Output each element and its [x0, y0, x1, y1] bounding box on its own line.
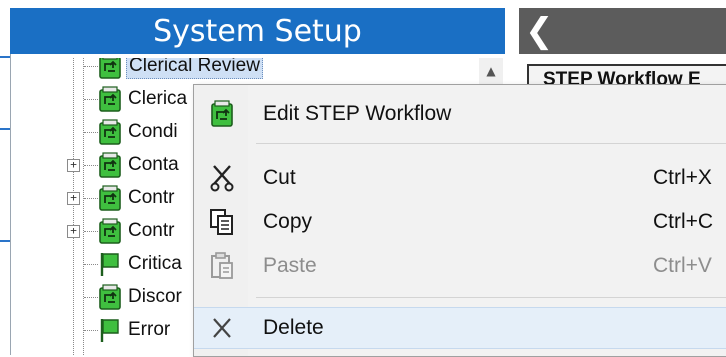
tree-item-label: Discor	[128, 286, 182, 307]
workflow-icon	[98, 152, 122, 178]
tree-connector	[84, 66, 98, 67]
tree-item[interactable]: Condi	[98, 117, 180, 147]
menu-item-delete[interactable]: Delete	[194, 307, 726, 349]
tree-connector	[84, 165, 98, 166]
tree-item[interactable]: Contr	[98, 216, 176, 246]
tree-item-label: Condi	[128, 121, 178, 142]
copy-icon	[207, 207, 237, 237]
menu-item-label: Delete	[263, 316, 324, 339]
tree-item-label: Error	[128, 319, 171, 340]
menu-item-copy[interactable]: Copy Ctrl+C	[194, 202, 726, 242]
tree-item-label: Clerical Review	[126, 58, 263, 79]
menu-item-shortcut: Ctrl+V	[653, 254, 712, 277]
tree-item[interactable]: Clerica	[98, 84, 189, 114]
tree-connector	[73, 58, 74, 355]
tree-item[interactable]: Discor	[98, 282, 184, 312]
workflow-icon	[98, 284, 122, 310]
menu-item-shortcut: Ctrl+X	[653, 166, 712, 189]
delete-icon	[207, 313, 237, 343]
expand-plus-icon[interactable]: +	[67, 192, 80, 205]
tree-item-label: Conta	[128, 154, 179, 175]
workflow-icon	[98, 86, 122, 112]
menu-item-label: Copy	[263, 210, 313, 233]
expand-plus-icon[interactable]: +	[67, 225, 80, 238]
tree-item-label: Clerica	[128, 88, 188, 109]
context-menu: Edit STEP Workflow Cut Ctrl+X Copy Ctrl+…	[193, 84, 726, 357]
menu-separator	[256, 297, 726, 298]
tree-connector	[84, 231, 98, 232]
tree-connector	[84, 264, 98, 265]
workflow-icon	[98, 218, 122, 244]
menu-item-cut[interactable]: Cut Ctrl+X	[194, 158, 726, 198]
tree-connector	[83, 58, 84, 355]
tree-item-label: Critica	[128, 253, 182, 274]
menu-item-label: Paste	[263, 254, 317, 277]
tree-item-label: Contr	[128, 220, 175, 241]
edge-divider	[0, 240, 10, 242]
tree-item[interactable]: Clerical Review	[98, 58, 263, 81]
menu-item-label: Cut	[263, 166, 296, 189]
tree-item-label: Contr	[128, 187, 175, 208]
paste-icon	[207, 251, 237, 281]
scissors-icon	[207, 163, 237, 193]
workflow-icon	[98, 119, 122, 145]
tree-connector	[84, 132, 98, 133]
back-chevron-icon[interactable]: ❮	[525, 12, 554, 50]
panel-title: System Setup	[10, 8, 505, 54]
workflow-icon	[207, 99, 237, 129]
editor-header: ❮	[519, 8, 726, 54]
edge-divider	[0, 56, 10, 58]
tree-item[interactable]: Critica	[98, 249, 184, 279]
tree-item[interactable]: Error	[98, 315, 172, 345]
workflow-icon	[98, 185, 122, 211]
menu-item-label: Edit STEP Workflow	[263, 102, 452, 125]
tree-item[interactable]: Conta	[98, 150, 181, 180]
tree-connector	[84, 198, 98, 199]
menu-item-edit-step-workflow[interactable]: Edit STEP Workflow	[194, 94, 726, 134]
workflow-icon	[98, 58, 122, 79]
menu-item-shortcut: Ctrl+C	[653, 210, 714, 233]
expand-plus-icon[interactable]: +	[67, 159, 80, 172]
flag-icon	[98, 317, 122, 343]
flag-icon	[98, 251, 122, 277]
tree-connector	[84, 99, 98, 100]
tree-connector	[84, 330, 98, 331]
menu-separator	[256, 143, 726, 144]
menu-item-paste[interactable]: Paste Ctrl+V	[194, 246, 726, 286]
scroll-up-arrow-icon[interactable]: ▲	[479, 60, 503, 82]
edge-divider	[0, 128, 10, 130]
tree-item[interactable]: Contr	[98, 183, 176, 213]
tree-connector	[84, 297, 98, 298]
